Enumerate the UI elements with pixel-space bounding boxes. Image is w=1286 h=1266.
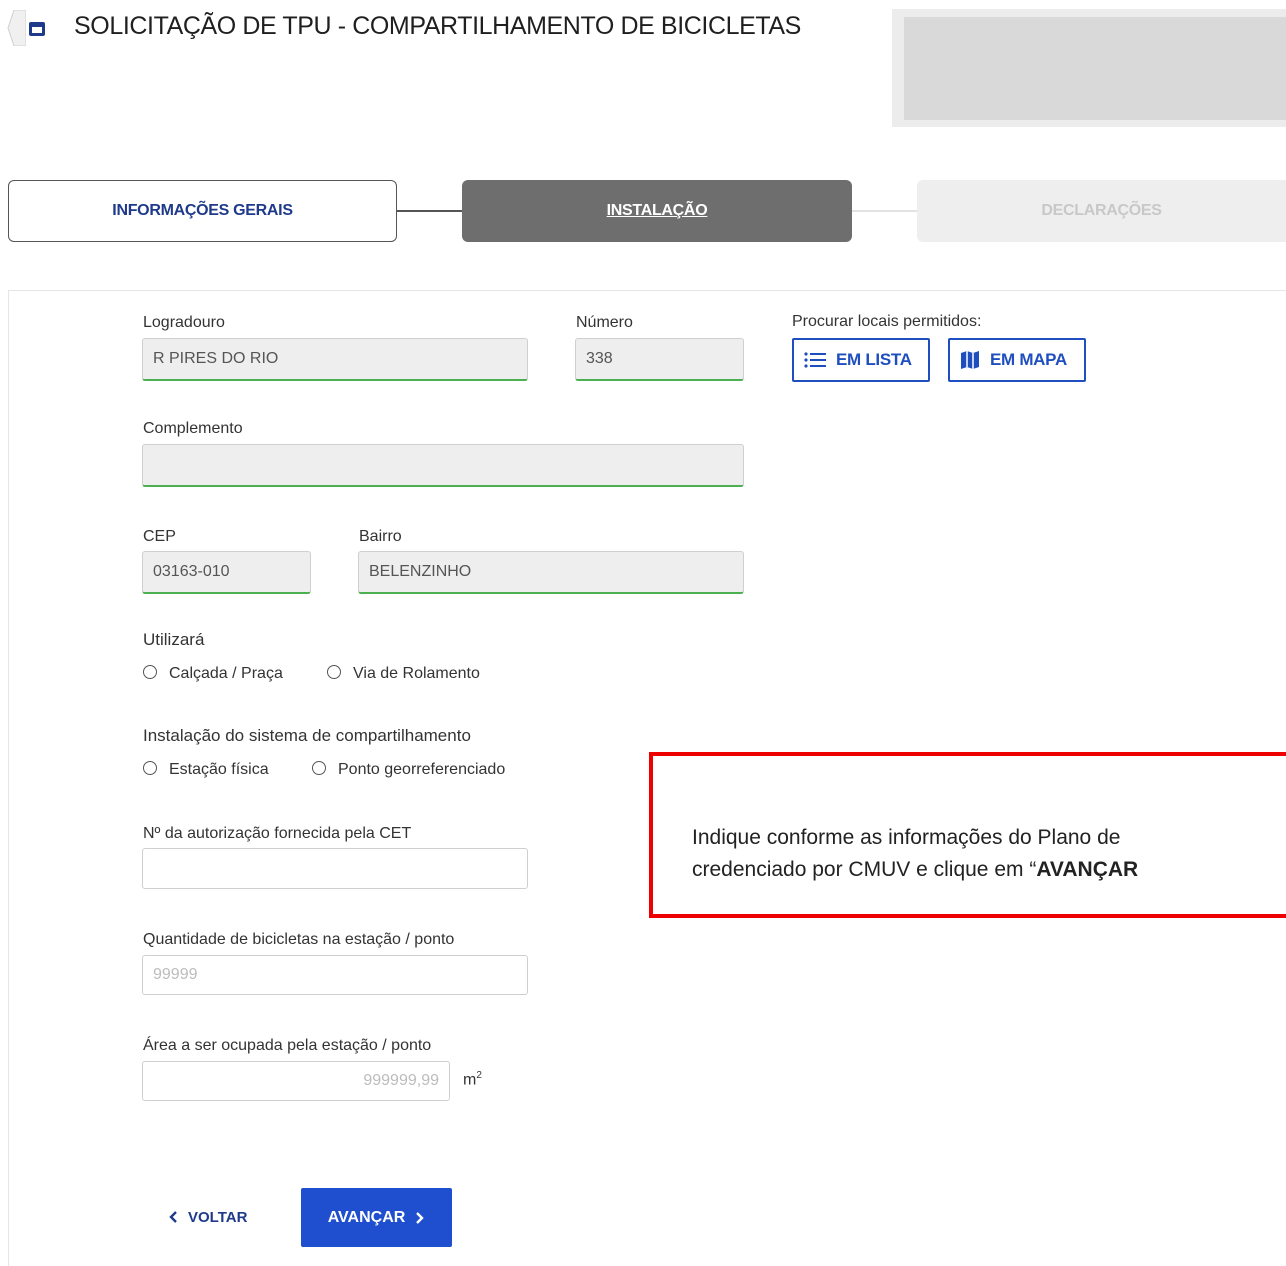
radio-ponto-georreferenciado[interactable] [312,761,326,775]
step-label: INSTALAÇÃO [606,202,708,219]
radio-estacao-fisica[interactable] [143,761,157,775]
logradouro-field[interactable]: R PIRES DO RIO [142,338,528,381]
avancar-label: AVANÇAR [327,1208,406,1226]
em-lista-label: EM LISTA [836,350,912,369]
quantidade-input[interactable]: 99999 [142,955,528,995]
complemento-label: Complemento [143,420,243,437]
step-declaracoes: DECLARAÇÕES [917,180,1286,242]
utilizara-label: Utilizará [143,630,205,649]
complemento-field[interactable] [142,444,744,487]
radio-label: Calçada / Praça [169,665,283,682]
radio-label: Ponto georreferenciado [338,761,506,778]
form-card-border [8,290,1286,291]
autorizacao-label: Nº da autorização fornecida pela CET [143,825,412,842]
radio-via-rolamento[interactable] [327,665,341,679]
cep-label: CEP [143,528,176,545]
list-icon [804,352,826,368]
em-mapa-label: EM MAPA [990,350,1067,369]
callout-line-2-prefix: credenciado por CMUV e clique em “ [692,858,1037,881]
map-icon [961,351,979,369]
cep-field[interactable]: 03163-010 [142,551,311,594]
logradouro-label: Logradouro [143,314,225,331]
step-instalacao[interactable]: INSTALAÇÃO [462,180,852,242]
step-informacoes-gerais[interactable]: INFORMAÇÕES GERAIS [8,180,397,242]
area-input[interactable]: 999999,99 [142,1061,450,1101]
procurar-label: Procurar locais permitidos: [792,313,982,330]
form-card-border [8,290,9,1266]
logradouro-value: R PIRES DO RIO [153,350,279,367]
banner-placeholder-inner [904,17,1286,120]
radio-label: Estação física [169,761,269,778]
em-mapa-button[interactable]: EM MAPA [948,338,1086,382]
quantidade-placeholder: 99999 [153,966,198,983]
voltar-button[interactable]: VOLTAR [168,1200,247,1234]
bairro-field[interactable]: BELENZINHO [358,551,744,594]
area-unit-base: m [463,1071,477,1089]
back-tab-icon[interactable] [6,10,26,46]
page-title: SOLICITAÇÃO DE TPU - COMPARTILHAMENTO DE… [74,12,801,40]
window-icon [29,22,45,36]
numero-field[interactable]: 338 [575,338,744,381]
cep-value: 03163-010 [153,563,230,580]
area-label: Área a ser ocupada pela estação / ponto [143,1037,432,1054]
em-lista-button[interactable]: EM LISTA [792,338,930,382]
area-unit: m2 [463,1070,482,1089]
voltar-label: VOLTAR [188,1208,248,1226]
bairro-label: Bairro [359,528,402,545]
area-unit-exponent: 2 [476,1070,482,1081]
area-placeholder: 999999,99 [363,1072,439,1089]
step-label: INFORMAÇÕES GERAIS [112,202,293,219]
callout-line-1: Indique conforme as informações do Plano… [692,826,1121,849]
instruction-callout-text: Indique conforme as informações do Plano… [692,822,1138,886]
step-connector [397,210,462,212]
step-connector [852,210,917,212]
bairro-value: BELENZINHO [369,563,472,580]
callout-line-2-bold: AVANÇAR [1036,858,1139,881]
autorizacao-input[interactable] [142,848,528,889]
step-label: DECLARAÇÕES [1041,202,1162,219]
avancar-button[interactable]: AVANÇAR [301,1188,452,1247]
instalacao-label: Instalação do sistema de compartilhament… [143,726,471,745]
chevron-left-icon [169,1211,177,1223]
numero-value: 338 [586,350,613,367]
callout-line-2: credenciado por CMUV e clique em “AVANÇA… [692,854,1138,886]
quantidade-label: Quantidade de bicicletas na estação / po… [143,931,455,948]
radio-calcada-praca[interactable] [143,665,157,679]
numero-label: Número [576,314,633,331]
chevron-right-icon [416,1211,425,1224]
radio-label: Via de Rolamento [353,665,480,682]
